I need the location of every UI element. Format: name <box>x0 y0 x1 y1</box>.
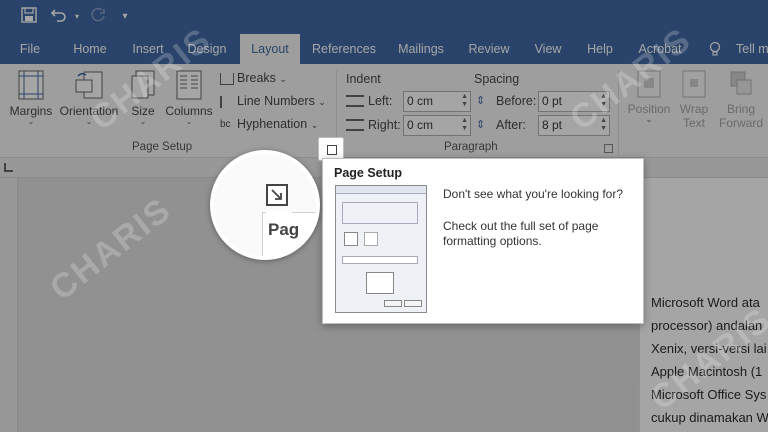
indent-label: Indent <box>346 72 381 86</box>
wrap-text-button[interactable]: Wrap Text <box>676 70 712 130</box>
chevron-down-icon: ⌄ <box>27 117 35 126</box>
tooltip-title: Page Setup <box>334 166 403 180</box>
margins-button[interactable]: Margins ⌄ <box>8 70 54 126</box>
chevron-down-icon: ⌄ <box>279 74 287 84</box>
tooltip-line-1: Don't see what you're looking for? <box>443 187 624 201</box>
indent-left-label: Left: <box>368 94 393 108</box>
wrap-text-icon <box>682 70 706 98</box>
tab-review[interactable]: Review <box>462 34 516 64</box>
line-numbers-label: Line Numbers <box>237 94 315 108</box>
margins-label: Margins <box>9 104 53 118</box>
wrap-label-1: Wrap <box>679 102 709 116</box>
title-bar: ▾ ▾ <box>0 0 768 34</box>
indent-right-label: Right: <box>368 118 401 132</box>
page-setup-dialog-preview <box>335 185 427 313</box>
chevron-down-icon: ⌄ <box>310 120 319 130</box>
save-icon[interactable] <box>18 7 40 27</box>
redo-icon[interactable] <box>88 7 108 27</box>
line-numbers-icon <box>220 95 234 108</box>
page-setup-tooltip: Page Setup Don't see what you're looking… <box>322 158 644 324</box>
indent-right-input[interactable]: 0 cm ▲ ▼ <box>403 115 471 136</box>
chevron-down-icon: ⌄ <box>318 97 326 107</box>
paragraph-dialog-launcher-icon[interactable] <box>604 144 613 153</box>
tooltip-line-2: Check out the full set of page <box>443 219 599 233</box>
chevron-down-icon: ⌄ <box>185 117 193 126</box>
breaks-label: Breaks <box>237 71 276 85</box>
hyphenation-label: Hyphenation <box>237 117 308 131</box>
chevron-down-icon: ⌄ <box>645 115 653 124</box>
tab-help[interactable]: Help <box>580 34 620 64</box>
spacing-after-value: 8 pt <box>542 118 563 132</box>
spacing-before-icon: ⇕ <box>476 95 486 107</box>
undo-icon[interactable] <box>48 7 70 27</box>
wrap-label-2: Text <box>682 116 705 130</box>
tab-view[interactable]: View <box>526 34 570 64</box>
undo-dropdown-icon[interactable]: ▾ <box>72 7 82 27</box>
zoom-group-label: Pag <box>268 220 300 239</box>
bring-label-1: Bring <box>726 102 755 116</box>
bring-forward-icon <box>730 71 752 95</box>
zoom-magnifier: Pag <box>210 150 320 260</box>
tooltip-line-3: formatting options. <box>443 234 542 248</box>
position-label: Position <box>627 102 671 116</box>
tab-selector-icon[interactable] <box>4 163 13 172</box>
indent-left-value: 0 cm <box>407 94 434 108</box>
tab-home[interactable]: Home <box>66 34 114 64</box>
dialog-launcher-icon <box>327 145 337 155</box>
page-setup-group-label: Page Setup <box>132 141 193 153</box>
spacing-before-label: Before: <box>496 94 537 108</box>
indent-right-value: 0 cm <box>407 118 434 132</box>
margins-icon <box>18 70 44 100</box>
customize-qat-icon[interactable]: ▾ <box>118 7 132 27</box>
zoom-divider <box>266 211 292 214</box>
spinner-arrows-icon[interactable]: ▲ ▼ <box>461 93 468 109</box>
vertical-ruler[interactable] <box>0 178 18 432</box>
spacing-before-value: 0 pt <box>542 94 563 108</box>
tab-file[interactable]: File <box>10 34 50 64</box>
spacing-label: Spacing <box>474 72 520 86</box>
spinner-arrows-icon[interactable]: ▲ ▼ <box>461 117 468 133</box>
spacing-after-label: After: <box>496 118 526 132</box>
breaks-button[interactable]: Breaks ⌄ <box>220 68 287 88</box>
hyphenation-button[interactable]: bc Hyphenation ⌄ <box>220 114 318 134</box>
bring-label-2: Forward <box>718 116 763 130</box>
tab-mailings[interactable]: Mailings <box>390 34 452 64</box>
bring-forward-button[interactable]: Bring Forward <box>716 70 766 130</box>
columns-label: Columns <box>165 104 213 118</box>
tell-me-search[interactable]: Tell m <box>736 34 768 64</box>
tab-references[interactable]: References <box>306 34 382 64</box>
paragraph-group-label: Paragraph <box>444 141 498 153</box>
indent-left-icon <box>346 95 364 107</box>
tab-layout[interactable]: Layout <box>240 34 300 64</box>
breaks-icon <box>220 72 234 85</box>
hyphenation-icon: bc <box>220 118 231 130</box>
indent-right-icon <box>346 119 364 131</box>
spacing-after-icon: ⇕ <box>476 119 486 131</box>
line-numbers-button[interactable]: Line Numbers ⌄ <box>220 91 326 111</box>
indent-left-input[interactable]: 0 cm ▲ ▼ <box>403 91 471 112</box>
lightbulb-icon[interactable] <box>706 34 724 64</box>
dialog-launcher-icon <box>266 184 288 206</box>
